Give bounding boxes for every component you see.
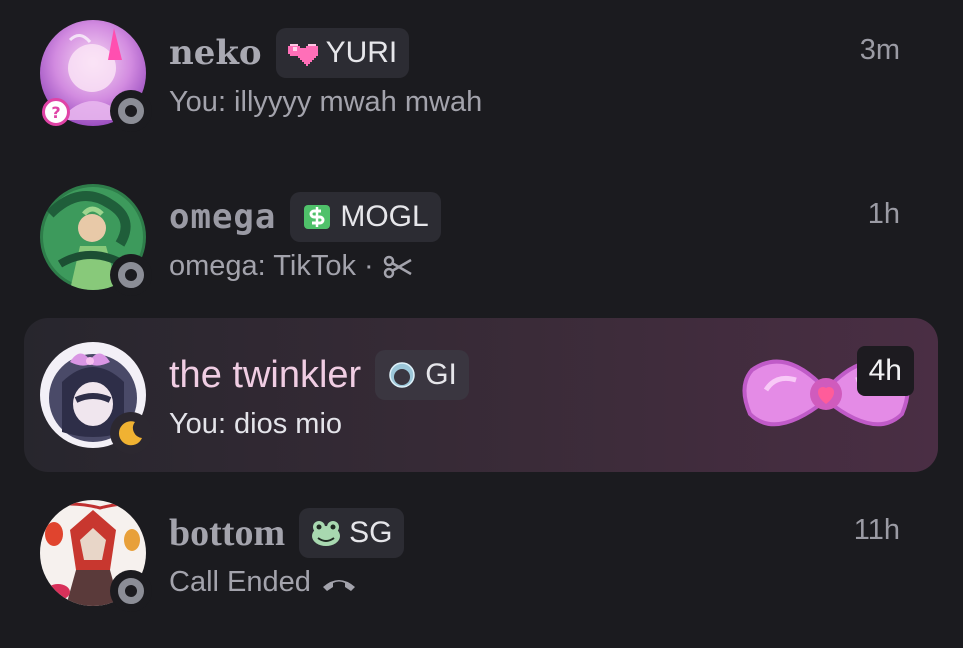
question-badge-icon: ? xyxy=(42,98,70,126)
server-tag[interactable]: YURI xyxy=(275,28,410,78)
avatar-wrap xyxy=(40,184,152,296)
scissors-icon xyxy=(383,255,412,278)
display-name: bottom xyxy=(169,512,286,554)
dm-row-omega[interactable]: omega MOGL omega: TikTok · 1h xyxy=(24,160,938,314)
preview-text: omega: TikTok xyxy=(169,250,356,282)
dm-row-bottom[interactable]: bottom SG Call Ended 11h xyxy=(24,476,938,630)
avatar-wrap xyxy=(40,500,152,612)
preview-text: You: dios mio xyxy=(169,408,343,440)
tag-label: YURI xyxy=(325,36,398,69)
status-indicator xyxy=(110,570,152,612)
row-header: bottom SG xyxy=(169,506,405,560)
offline-status-icon xyxy=(118,578,144,604)
server-tag[interactable]: GI xyxy=(375,350,469,400)
message-preview: You: illyyyy mwah mwah xyxy=(169,86,482,119)
timestamp: 4h xyxy=(856,346,914,396)
tag-label: GI xyxy=(425,358,457,391)
avatar-wrap: ? xyxy=(40,20,152,132)
message-preview: omega: TikTok · xyxy=(169,250,414,283)
avatar-wrap xyxy=(40,342,152,454)
row-header: omega MOGL xyxy=(169,190,441,244)
status-indicator xyxy=(110,90,152,132)
status-indicator xyxy=(110,254,152,296)
display-name: omega xyxy=(169,197,277,237)
green-dollar-icon xyxy=(304,205,331,229)
offline-status-icon xyxy=(118,98,144,124)
server-tag[interactable]: SG xyxy=(299,508,405,558)
row-header: the twinkler GI xyxy=(169,348,469,402)
message-preview: Call Ended xyxy=(169,566,359,599)
display-name: the twinkler xyxy=(169,354,362,396)
timestamp: 11h xyxy=(853,514,900,546)
display-name: neko xyxy=(169,33,262,73)
dm-row-neko[interactable]: ? neko YURI You: illyyyy mwah mwah 3m xyxy=(24,0,938,150)
preview-separator: · xyxy=(363,250,374,282)
preview-text: You: illyyyy mwah mwah xyxy=(169,86,483,118)
pink-pixel-heart-icon xyxy=(287,44,318,66)
timestamp: 3m xyxy=(859,34,900,66)
message-preview: You: dios mio xyxy=(169,408,342,441)
timestamp: 1h xyxy=(867,198,900,230)
crescent-ring-icon xyxy=(389,362,415,388)
offline-status-icon xyxy=(118,262,144,288)
idle-moon-icon xyxy=(118,421,142,446)
hang-up-icon xyxy=(322,579,355,591)
row-header: neko YURI xyxy=(169,26,410,80)
tag-label: MOGL xyxy=(340,200,429,233)
dm-list: ? neko YURI You: illyyyy mwah mwah 3m om… xyxy=(0,0,963,648)
frog-icon xyxy=(312,521,341,546)
server-tag[interactable]: MOGL xyxy=(290,192,441,242)
dm-row-the-twinkler[interactable]: the twinkler GI You: dios mio 4h xyxy=(24,318,938,472)
status-indicator xyxy=(110,412,152,454)
preview-text: Call Ended xyxy=(169,566,311,598)
tag-label: SG xyxy=(349,516,393,549)
